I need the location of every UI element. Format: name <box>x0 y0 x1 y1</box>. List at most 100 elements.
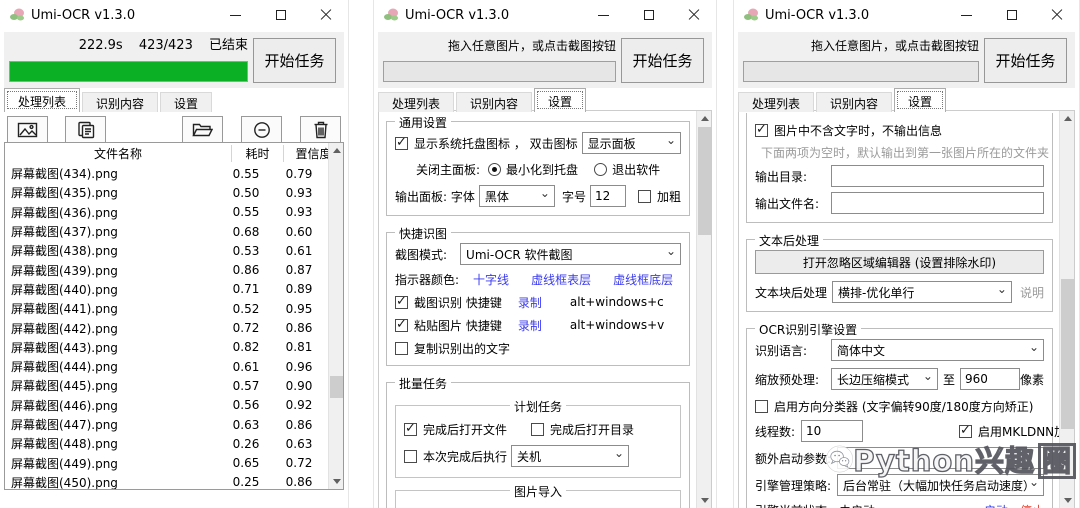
output-dir-input[interactable] <box>831 165 1044 187</box>
scroll-down-icon[interactable] <box>1060 493 1074 508</box>
table-row[interactable]: 屏幕截图(444).png 0.61 0.96 <box>5 357 328 376</box>
output-panel-label: 输出面板: 字体 <box>395 189 475 204</box>
table-row[interactable]: 屏幕截图(438).png 0.53 0.61 <box>5 241 328 260</box>
tab-process-list[interactable]: 处理列表 <box>378 92 455 112</box>
record-hotkey-link[interactable]: 录制 <box>518 317 542 334</box>
clear-list-button[interactable] <box>300 116 341 144</box>
record-hotkey-link[interactable]: 录制 <box>518 294 542 311</box>
maximize-button[interactable] <box>258 0 303 30</box>
tab-settings[interactable]: 设置 <box>160 92 213 112</box>
screenshot-mode-combo[interactable]: Umi-OCR 软件截图 <box>460 243 681 265</box>
scroll-down-icon[interactable] <box>697 493 711 508</box>
table-scrollbar[interactable] <box>328 143 343 489</box>
after-task-checkbox[interactable] <box>404 449 417 463</box>
table-row[interactable]: 屏幕截图(435).png 0.50 0.93 <box>5 183 328 202</box>
dashbox-top-link[interactable]: 虚线框表层 <box>531 271 591 288</box>
after-task-combo[interactable]: 关机 <box>511 445 630 467</box>
minimize-button[interactable] <box>944 0 989 30</box>
tab-settings[interactable]: 设置 <box>534 88 587 112</box>
table-row[interactable]: 屏幕截图(441).png 0.52 0.95 <box>5 299 328 318</box>
tab-recognized-content[interactable]: 识别内容 <box>816 92 893 112</box>
column-filename[interactable]: 文件名称 <box>5 145 231 162</box>
time-cell: 0.63 <box>232 417 260 432</box>
bold-checkbox[interactable] <box>637 189 651 203</box>
screenshot-ocr-checkbox[interactable] <box>395 294 408 309</box>
open-dir-label: 完成后打开目录 <box>550 422 635 437</box>
output-filename-input[interactable] <box>831 192 1044 214</box>
start-task-button[interactable]: 开始任务 <box>984 38 1067 83</box>
tab-process-list[interactable]: 处理列表 <box>4 88 81 112</box>
scroll-up-icon[interactable] <box>697 111 711 126</box>
table-row[interactable]: 屏幕截图(436).png 0.55 0.93 <box>5 203 328 222</box>
direction-classifier-checkbox[interactable] <box>755 399 768 413</box>
scroll-thumb[interactable] <box>1061 279 1074 429</box>
table-row[interactable]: 屏幕截图(446).png 0.56 0.92 <box>5 396 328 415</box>
combo-value: 关机 <box>517 449 542 464</box>
start-task-button[interactable]: 开始任务 <box>253 38 336 83</box>
crosshair-link[interactable]: 十字线 <box>473 271 509 288</box>
scroll-up-icon[interactable] <box>1060 111 1074 126</box>
copy-text-checkbox[interactable] <box>395 341 408 355</box>
dashbox-bottom-link[interactable]: 虚线框底层 <box>613 271 673 288</box>
paste-image-button[interactable] <box>65 116 106 144</box>
engine-stop-link[interactable]: 停止 <box>1020 502 1044 508</box>
exit-app-radio[interactable] <box>594 163 608 176</box>
scale-value-input[interactable] <box>959 368 1020 390</box>
table-row[interactable]: 屏幕截图(442).png 0.72 0.86 <box>5 318 328 337</box>
settings-scrollbar[interactable] <box>696 111 711 508</box>
pixel-label: 像素 <box>1019 372 1044 387</box>
paste-image-checkbox[interactable] <box>395 317 408 332</box>
tab-settings[interactable]: 设置 <box>894 88 947 112</box>
close-icon <box>320 9 332 21</box>
double-click-combo[interactable]: 显示面板 <box>581 132 681 154</box>
trash-icon <box>314 121 327 139</box>
block-postprocess-combo[interactable]: 横排-优化单行 <box>832 281 1012 303</box>
no-text-no-output-checkbox[interactable] <box>755 122 768 137</box>
tab-recognized-content[interactable]: 识别内容 <box>82 92 159 112</box>
font-size-input[interactable] <box>589 185 626 207</box>
table-row[interactable]: 屏幕截图(447).png 0.63 0.86 <box>5 415 328 434</box>
close-button[interactable] <box>671 0 716 30</box>
open-file-checkbox[interactable] <box>404 421 417 436</box>
minimize-icon <box>230 14 241 16</box>
maximize-button[interactable] <box>989 0 1034 30</box>
scroll-down-icon[interactable] <box>329 474 344 489</box>
table-header[interactable]: 文件名称 耗时 置信度 <box>5 143 343 164</box>
table-row[interactable]: 屏幕截图(449).png 0.65 0.72 <box>5 453 328 472</box>
minimize-to-tray-radio[interactable] <box>488 163 502 176</box>
scroll-thumb[interactable] <box>698 127 711 235</box>
tab-process-list[interactable]: 处理列表 <box>738 92 815 112</box>
open-file-label: 完成后打开文件 <box>423 422 508 437</box>
ignore-area-editor-button[interactable]: 打开忽略区域编辑器 (设置排除水印) <box>755 250 1044 274</box>
start-task-button[interactable]: 开始任务 <box>621 38 704 83</box>
close-button[interactable] <box>303 0 348 30</box>
table-row[interactable]: 屏幕截图(448).png 0.26 0.63 <box>5 434 328 453</box>
language-combo[interactable]: 简体中文 <box>831 339 1044 361</box>
maximize-button[interactable] <box>626 0 671 30</box>
scale-mode-combo[interactable]: 长边压缩模式 <box>831 368 938 390</box>
scroll-thumb[interactable] <box>330 376 343 398</box>
tray-icon-checkbox[interactable] <box>395 135 408 150</box>
table-row[interactable]: 屏幕截图(437).png 0.68 0.60 <box>5 222 328 241</box>
font-combo[interactable]: 黑体 <box>478 185 555 207</box>
table-row[interactable]: 屏幕截图(434).png 0.55 0.79 <box>5 164 328 183</box>
table-row[interactable]: 屏幕截图(440).png 0.71 0.89 <box>5 280 328 299</box>
confidence-cell: 0.93 <box>285 185 313 200</box>
tab-recognized-content[interactable]: 识别内容 <box>456 92 533 112</box>
confidence-cell: 0.63 <box>285 436 313 451</box>
add-image-button[interactable] <box>7 116 48 144</box>
table-row[interactable]: 屏幕截图(439).png 0.86 0.87 <box>5 260 328 279</box>
remove-item-button[interactable] <box>241 116 282 144</box>
open-dir-checkbox[interactable] <box>531 422 545 436</box>
table-row[interactable]: 屏幕截图(445).png 0.57 0.90 <box>5 376 328 395</box>
close-button[interactable] <box>1034 0 1079 30</box>
minimize-button[interactable] <box>213 0 258 30</box>
scroll-up-icon[interactable] <box>329 143 344 158</box>
column-time[interactable]: 耗时 <box>231 145 283 162</box>
minimize-button[interactable] <box>581 0 626 30</box>
table-row[interactable]: 屏幕截图(443).png 0.82 0.81 <box>5 338 328 357</box>
engine-start-link[interactable]: 启动 <box>984 502 1008 508</box>
table-row[interactable]: 屏幕截图(450).png 0.25 0.86 <box>5 473 328 489</box>
open-folder-button[interactable] <box>182 116 223 144</box>
file-name-cell: 屏幕截图(446).png <box>11 398 118 413</box>
